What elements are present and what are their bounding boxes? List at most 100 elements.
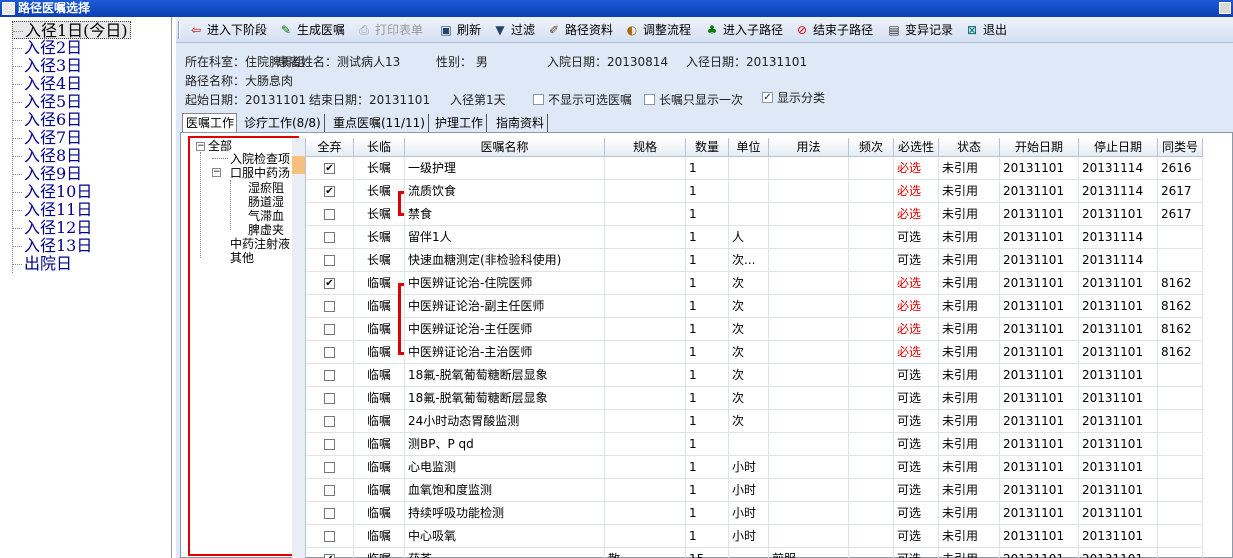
checkbox-box[interactable]: ✔	[324, 554, 335, 558]
long-once-box[interactable]	[644, 94, 655, 105]
cell-name[interactable]: 流质饮食	[405, 180, 605, 203]
checkbox-box[interactable]	[324, 370, 335, 381]
column-header[interactable]: 医嘱名称	[405, 138, 605, 157]
day-item-4[interactable]: 入径4日	[12, 75, 82, 93]
row-checkbox[interactable]	[306, 226, 354, 249]
day-item-9[interactable]: 入径9日	[12, 165, 82, 183]
end-subpath-button[interactable]: ⊘ 结束子路径	[795, 21, 873, 39]
row-checkbox[interactable]: ✔	[306, 157, 354, 180]
column-header[interactable]: 全弃	[306, 138, 354, 157]
column-header[interactable]: 状态	[939, 138, 1000, 157]
cell-name[interactable]: 24小时动态胃酸监测	[405, 410, 605, 433]
column-header[interactable]: 规格	[605, 138, 686, 157]
column-header[interactable]: 必选性	[894, 138, 939, 157]
column-header[interactable]: 用法	[769, 138, 849, 157]
tree-node-oral-tcm[interactable]: 口服中药汤	[230, 167, 290, 179]
refresh-button[interactable]: ▣ 刷新	[439, 21, 481, 39]
checkbox-box[interactable]	[324, 324, 335, 335]
tree-node-sub-4[interactable]: 脾虚夹	[248, 224, 284, 236]
checkbox-box[interactable]: ✔	[324, 278, 335, 289]
cell-name[interactable]: 血氧饱和度监测	[405, 479, 605, 502]
column-header[interactable]: 数量	[686, 138, 729, 157]
day-item-3[interactable]: 入径3日	[12, 57, 82, 75]
checkbox-box[interactable]	[324, 255, 335, 266]
checkbox-box[interactable]: ✔	[324, 186, 335, 197]
cell-name[interactable]: 心电监测	[405, 456, 605, 479]
tab-nursing-work[interactable]: 护理工作	[432, 114, 488, 132]
tree-node-sub-3[interactable]: 气滞血	[248, 210, 284, 222]
next-stage-button[interactable]: ⇦ 进入下阶段	[189, 21, 267, 39]
tree-node-sub-2[interactable]: 肠道湿	[248, 196, 284, 208]
row-checkbox[interactable]	[306, 364, 354, 387]
day-item-12[interactable]: 入径12日	[12, 219, 92, 237]
day-item-13[interactable]: 入径13日	[12, 237, 92, 255]
cell-name[interactable]: 持续呼吸功能检测	[405, 502, 605, 525]
cell-name[interactable]: 中心吸氧	[405, 525, 605, 548]
tree-node-admission-check[interactable]: 入院检查项	[230, 153, 290, 165]
checkbox-box[interactable]	[324, 508, 335, 519]
show-category-checkbox[interactable]: ✓ 显示分类	[762, 89, 825, 106]
row-checkbox[interactable]	[306, 318, 354, 341]
checkbox-box[interactable]	[324, 462, 335, 473]
cell-name[interactable]: 测BP、P qd	[405, 433, 605, 456]
cell-name[interactable]: 禁食	[405, 203, 605, 226]
cell-name[interactable]: 18氟-脱氧葡萄糖断层显象	[405, 364, 605, 387]
day-item-1[interactable]: 入径1日(今日)	[12, 21, 131, 40]
cell-name[interactable]: 中医辨证论治-副主任医师	[405, 295, 605, 318]
checkbox-box[interactable]	[324, 485, 335, 496]
path-info-button[interactable]: ✐ 路径资料	[547, 21, 613, 39]
tree-node-sub-1[interactable]: 湿瘀阻	[248, 182, 284, 194]
row-checkbox[interactable]	[306, 203, 354, 226]
row-checkbox[interactable]: ✔	[306, 548, 354, 558]
checkbox-box[interactable]	[324, 209, 335, 220]
exit-button[interactable]: ⊠ 退出	[965, 21, 1007, 39]
day-item-2[interactable]: 入径2日	[12, 39, 82, 57]
row-checkbox[interactable]	[306, 502, 354, 525]
row-checkbox[interactable]	[306, 387, 354, 410]
cell-name[interactable]: 中医辨证论治-主治医师	[405, 341, 605, 364]
window-close-icon[interactable]	[1219, 2, 1231, 14]
print-form-button[interactable]: ⎙ 打印表单	[357, 21, 423, 39]
tab-treatment-work[interactable]: 诊疗工作(8/8)	[241, 114, 325, 132]
column-header[interactable]: 同类号	[1158, 138, 1203, 157]
day-item-8[interactable]: 入径8日	[12, 147, 82, 165]
day-item-6[interactable]: 入径6日	[12, 111, 82, 129]
row-checkbox[interactable]	[306, 456, 354, 479]
cell-name[interactable]: 一级护理	[405, 157, 605, 180]
checkbox-box[interactable]	[324, 347, 335, 358]
row-checkbox[interactable]	[306, 433, 354, 456]
day-item-discharge[interactable]: 出院日	[12, 255, 72, 273]
change-log-button[interactable]: ▤ 变异记录	[887, 21, 953, 39]
cell-name[interactable]: 茯苓	[405, 548, 605, 558]
cell-name[interactable]: 18氟-脱氧葡萄糖断层显象	[405, 387, 605, 410]
checkbox-box[interactable]: ✔	[324, 163, 335, 174]
column-header[interactable]: 停止日期	[1079, 138, 1158, 157]
column-header[interactable]: 频次	[849, 138, 894, 157]
enter-subpath-button[interactable]: ♣ 进入子路径	[705, 21, 783, 39]
row-checkbox[interactable]	[306, 525, 354, 548]
checkbox-box[interactable]	[324, 416, 335, 427]
tab-guide-info[interactable]: 指南资料	[493, 114, 549, 132]
tree-node-tcm-injection[interactable]: 中药注射液	[230, 238, 290, 250]
adjust-flow-button[interactable]: ◐ 调整流程	[625, 21, 691, 39]
row-checkbox[interactable]: ✔	[306, 180, 354, 203]
checkbox-box[interactable]	[324, 439, 335, 450]
cell-name[interactable]: 中医辨证论治-主任医师	[405, 318, 605, 341]
tree-collapse-icon[interactable]: −	[196, 142, 205, 151]
generate-orders-button[interactable]: ✎ 生成医嘱	[279, 21, 345, 39]
hide-optional-box[interactable]	[533, 94, 544, 105]
tree-collapse-icon[interactable]: −	[212, 168, 221, 177]
show-category-box[interactable]: ✓	[762, 92, 773, 103]
tree-node-all[interactable]: 全部	[208, 140, 232, 152]
filter-button[interactable]: ▼ 过滤	[493, 21, 535, 39]
day-item-7[interactable]: 入径7日	[12, 129, 82, 147]
row-checkbox[interactable]	[306, 479, 354, 502]
day-item-10[interactable]: 入径10日	[12, 183, 92, 201]
checkbox-box[interactable]	[324, 232, 335, 243]
tab-order-work[interactable]: 医嘱工作	[182, 113, 237, 132]
day-item-11[interactable]: 入径11日	[12, 201, 92, 219]
cell-name[interactable]: 中医辨证论治-住院医师	[405, 272, 605, 295]
checkbox-box[interactable]	[324, 393, 335, 404]
column-header[interactable]: 开始日期	[1000, 138, 1079, 157]
column-header[interactable]: 长临	[354, 138, 405, 157]
